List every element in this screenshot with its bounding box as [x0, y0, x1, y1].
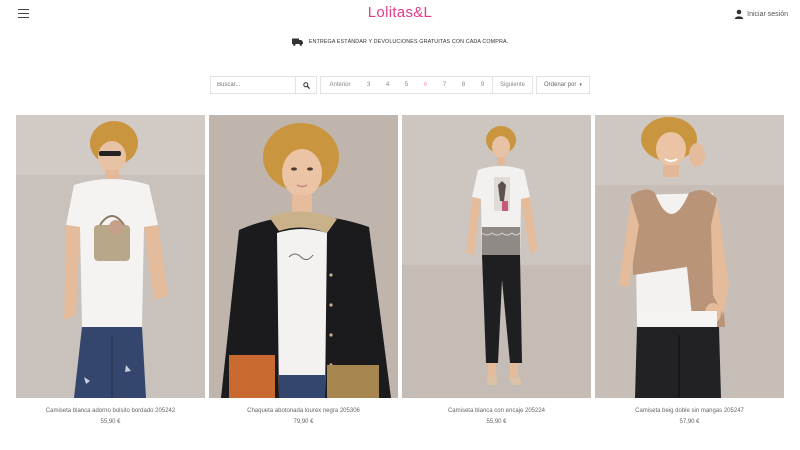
pagination: Anterior 3 4 5 6 7 8 9 Siguiente	[320, 76, 533, 94]
caret-down-icon: ▾	[579, 82, 582, 88]
product-name[interactable]: Camiseta blanca con encaje 205224	[402, 408, 591, 414]
next-page-button[interactable]: Siguiente	[492, 77, 532, 93]
brand-logo[interactable]: Lolitas&L	[368, 4, 432, 21]
model-photo	[209, 115, 398, 398]
product-card[interactable]: Camiseta beig doble sin mangas 205247 57…	[595, 115, 784, 425]
catalog-toolbar: Anterior 3 4 5 6 7 8 9 Siguiente Ordenar…	[210, 76, 590, 94]
page-4[interactable]: 4	[378, 77, 397, 93]
page-3[interactable]: 3	[359, 77, 378, 93]
product-price: 57,90 €	[679, 419, 700, 425]
page-7[interactable]: 7	[435, 77, 454, 93]
model-photo	[402, 115, 591, 398]
truck-icon	[291, 38, 303, 46]
login-link[interactable]: Iniciar sesión	[734, 9, 788, 19]
login-label: Iniciar sesión	[747, 10, 788, 18]
search-box	[210, 76, 317, 94]
user-icon	[734, 9, 744, 19]
sort-label: Ordenar por	[544, 82, 577, 88]
product-photo[interactable]	[402, 115, 591, 398]
page-8[interactable]: 8	[454, 77, 473, 93]
product-card[interactable]: Chaqueta abotonada lourex negra 205306 7…	[209, 115, 398, 425]
product-card[interactable]: Camiseta blanca con encaje 205224 55,90 …	[402, 115, 591, 425]
site-header: Lolitas&L Iniciar sesión	[0, 0, 800, 30]
shipping-text: ENTREGA ESTÁNDAR Y DEVOLUCIONES GRATUITA…	[308, 39, 509, 45]
product-price: 55,90 €	[100, 419, 121, 425]
product-photo[interactable]	[595, 115, 784, 398]
model-photo	[595, 115, 784, 398]
sort-dropdown[interactable]: Ordenar por ▾	[536, 76, 590, 94]
product-name[interactable]: Camiseta beig doble sin mangas 205247	[595, 408, 784, 414]
search-input[interactable]	[211, 77, 295, 93]
page-6-current[interactable]: 6	[416, 77, 435, 93]
product-name[interactable]: Camiseta blanca adorno bolsito bordado 2…	[16, 408, 205, 414]
shipping-banner: ENTREGA ESTÁNDAR Y DEVOLUCIONES GRATUITA…	[0, 38, 800, 46]
search-icon	[302, 81, 310, 89]
product-photo[interactable]	[16, 115, 205, 398]
product-name[interactable]: Chaqueta abotonada lourex negra 205306	[209, 408, 398, 414]
page-5[interactable]: 5	[397, 77, 416, 93]
product-price: 55,90 €	[486, 419, 507, 425]
search-button[interactable]	[295, 77, 316, 93]
product-photo[interactable]	[209, 115, 398, 398]
prev-page-button[interactable]: Anterior	[321, 77, 359, 93]
model-photo	[16, 115, 205, 398]
page-9[interactable]: 9	[473, 77, 492, 93]
product-price: 79,90 €	[293, 419, 314, 425]
product-grid: Camiseta blanca adorno bolsito bordado 2…	[16, 115, 788, 425]
product-card[interactable]: Camiseta blanca adorno bolsito bordado 2…	[16, 115, 205, 425]
